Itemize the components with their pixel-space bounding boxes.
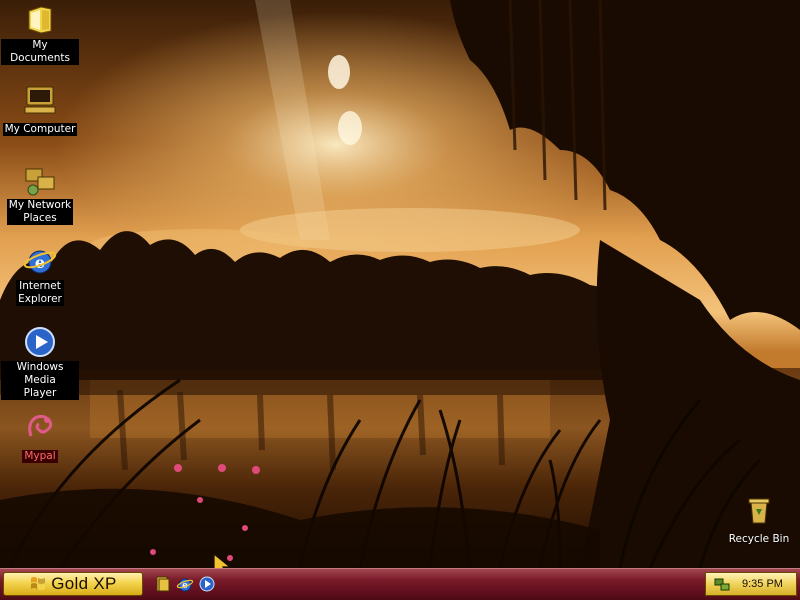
clock[interactable]: 9:35 PM	[742, 578, 783, 590]
desktop-icon-mypal[interactable]: Mypal	[1, 410, 79, 463]
wallpaper	[0, 0, 800, 568]
start-label: Gold XP	[51, 574, 117, 593]
icon-label: Windows Media Player	[1, 361, 79, 400]
internet-explorer-icon: e	[23, 250, 57, 274]
icon-label: My Computer	[2, 123, 78, 136]
internet-explorer-icon[interactable]: e	[176, 575, 194, 593]
my-computer-icon	[24, 86, 56, 114]
icon-label: My Documents	[1, 39, 79, 65]
mypal-icon	[28, 414, 53, 437]
show-desktop-icon[interactable]	[154, 575, 172, 593]
icon-label: Mypal	[22, 450, 58, 463]
media-player-icon[interactable]	[198, 575, 216, 593]
quick-launch-bar: e	[154, 575, 216, 595]
my-documents-icon	[28, 6, 52, 34]
system-tray: 9:35 PM	[705, 572, 797, 596]
desktop-icon-my-computer[interactable]: My Computer	[1, 83, 79, 136]
recycle-bin-icon	[748, 498, 770, 524]
network-places-icon	[25, 168, 55, 196]
icon-label: Recycle Bin	[728, 533, 790, 545]
start-button[interactable]: Gold XP	[3, 572, 143, 596]
desktop-icon-internet-explorer[interactable]: e Internet Explorer	[1, 244, 79, 306]
windows-flag-icon	[31, 577, 46, 590]
desktop[interactable]: My Documents My Computer My Network Plac…	[0, 0, 800, 568]
mouse-pointer-icon	[213, 552, 232, 568]
desktop-icon-my-documents[interactable]: My Documents	[1, 3, 79, 65]
media-player-icon	[25, 327, 55, 357]
icon-label: Internet Explorer	[16, 280, 64, 306]
network-tray-icon[interactable]	[714, 576, 730, 592]
icon-label: My Network Places	[6, 199, 74, 225]
desktop-icon-recycle-bin[interactable]: Recycle Bin	[720, 493, 798, 546]
taskbar: Gold XP e 9:35 PM	[0, 568, 800, 600]
desktop-icon-network-places[interactable]: My Network Places	[1, 163, 79, 225]
desktop-icon-media-player[interactable]: Windows Media Player	[1, 325, 79, 400]
